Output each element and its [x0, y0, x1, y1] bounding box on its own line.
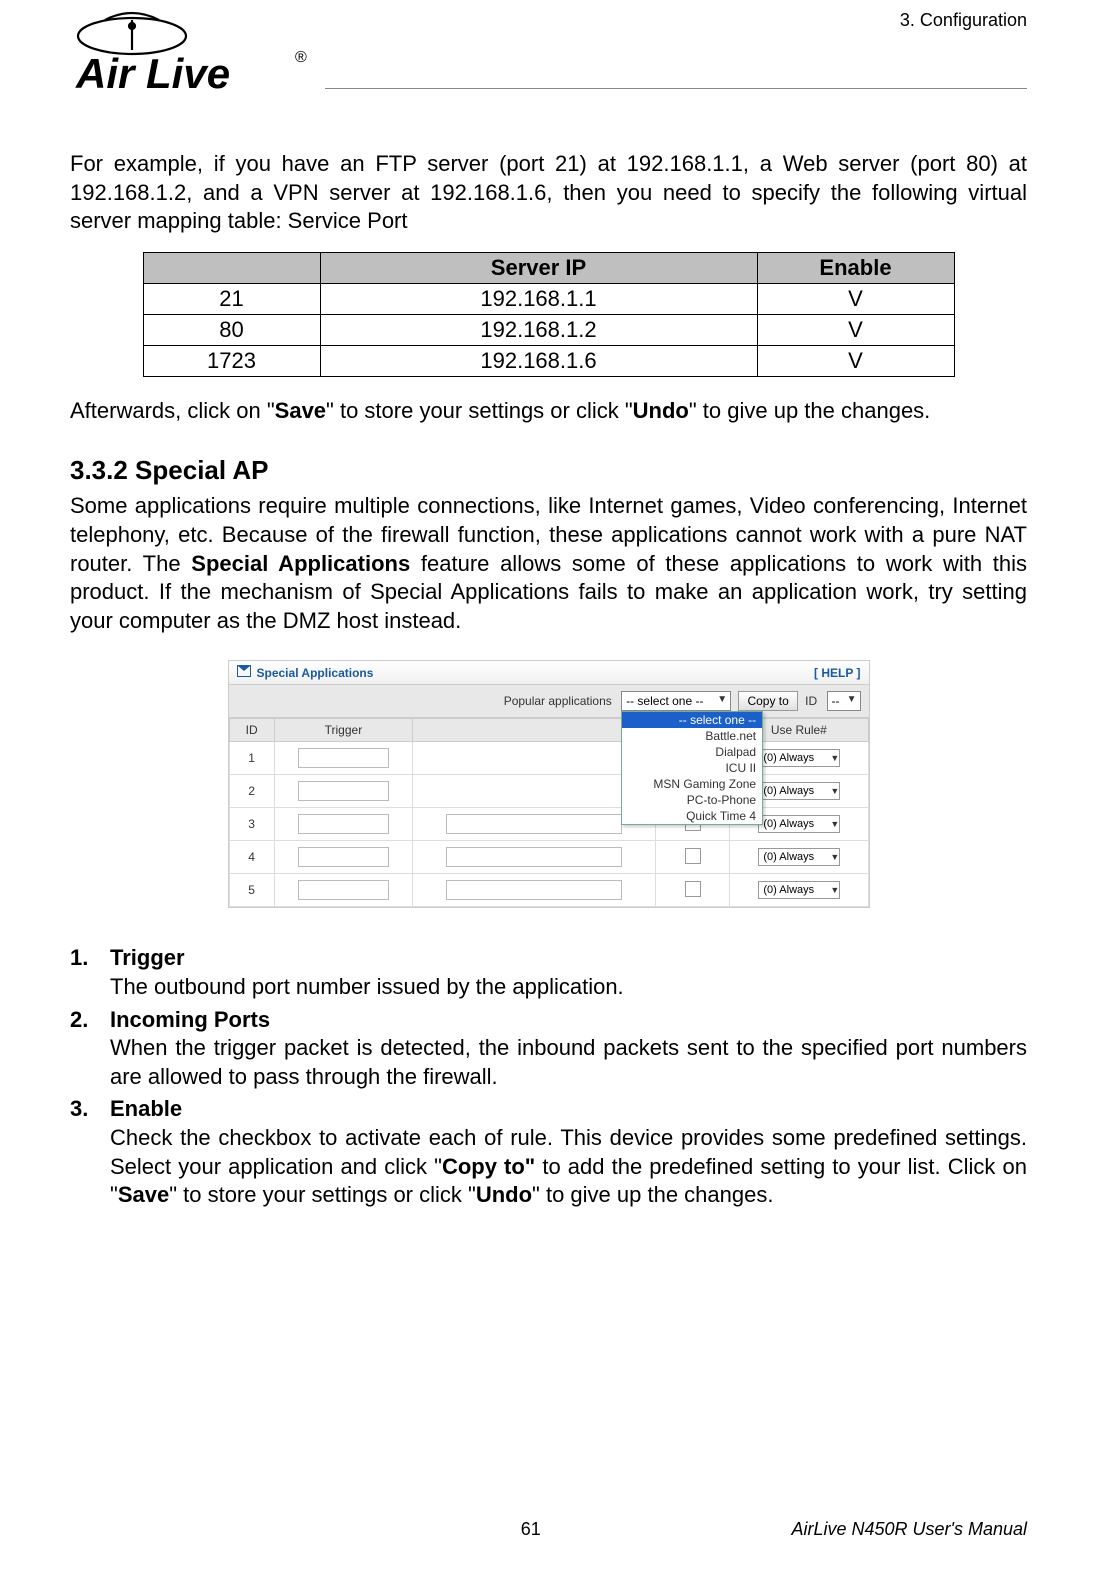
cell-port: 80	[143, 314, 320, 345]
enable-checkbox[interactable]	[685, 881, 701, 897]
panel-titlebar: Special Applications [ HELP ]	[229, 661, 869, 685]
section-body: Some applications require multiple conne…	[70, 492, 1027, 635]
page-number: 61	[270, 1519, 791, 1540]
popular-apps-select[interactable]: -- select one --	[621, 691, 731, 711]
afterwards-paragraph: Afterwards, click on "Save" to store you…	[70, 397, 1027, 426]
cell-ip: 192.168.1.1	[320, 283, 757, 314]
cell-enable: V	[757, 314, 954, 345]
help-link[interactable]: [ HELP ]	[814, 666, 860, 680]
dropdown-option[interactable]: PC-to-Phone	[622, 792, 762, 808]
table-row: 4 (0) Always▼	[229, 841, 868, 874]
table-row: 2 (0) Always▼	[229, 775, 868, 808]
list-item: 2. Incoming Ports When the trigger packe…	[70, 1006, 1027, 1092]
list-number: 2.	[70, 1006, 110, 1092]
trigger-input[interactable]	[298, 781, 389, 801]
row-id: 4	[229, 841, 274, 874]
trigger-input[interactable]	[298, 748, 389, 768]
row-id: 1	[229, 742, 274, 775]
incoming-input[interactable]	[446, 847, 622, 867]
dropdown-option[interactable]: Battle.net	[622, 728, 762, 744]
list-title: Enable	[110, 1096, 182, 1121]
cell-ip: 192.168.1.2	[320, 314, 757, 345]
use-rule-select[interactable]: (0) Always	[758, 881, 840, 899]
use-rule-select[interactable]: (0) Always	[758, 782, 840, 800]
list-body: The outbound port number issued by the a…	[110, 974, 624, 999]
list-item: 3. Enable Check the checkbox to activate…	[70, 1095, 1027, 1209]
list-body: When the trigger packet is detected, the…	[110, 1035, 1027, 1089]
table-row: 1723 192.168.1.6 V	[143, 345, 954, 376]
list-title: Incoming Ports	[110, 1007, 270, 1032]
section-heading: 3.3.2 Special AP	[70, 455, 1027, 486]
incoming-input[interactable]	[446, 880, 622, 900]
trigger-input[interactable]	[298, 847, 389, 867]
list-body: Check the checkbox to activate each of r…	[110, 1125, 1027, 1207]
use-rule-select[interactable]: (0) Always	[758, 815, 840, 833]
dropdown-option[interactable]: MSN Gaming Zone	[622, 776, 762, 792]
list-number: 3.	[70, 1095, 110, 1209]
manual-title: AirLive N450R User's Manual	[791, 1519, 1027, 1540]
incoming-input[interactable]	[446, 814, 622, 834]
mail-icon	[237, 665, 251, 677]
list-number: 1.	[70, 944, 110, 1001]
list-title: Trigger	[110, 945, 185, 970]
enable-checkbox[interactable]	[685, 848, 701, 864]
id-select[interactable]: --	[827, 691, 861, 711]
row-id: 5	[229, 874, 274, 907]
col-incoming	[413, 719, 656, 742]
row-id: 3	[229, 808, 274, 841]
panel-title: Special Applications	[257, 666, 374, 680]
mapping-th-enable: Enable	[757, 252, 954, 283]
table-row: 3 (0) Always▼	[229, 808, 868, 841]
mapping-th-port	[143, 252, 320, 283]
copy-to-button[interactable]: Copy to	[738, 691, 797, 711]
special-apps-table: ID Trigger Enable Use Rule# 1 (0) Always…	[229, 718, 869, 907]
cell-enable: V	[757, 283, 954, 314]
list-item: 1. Trigger The outbound port number issu…	[70, 944, 1027, 1001]
intro-paragraph: For example, if you have an FTP server (…	[70, 150, 1027, 236]
dropdown-option[interactable]: Dialpad	[622, 744, 762, 760]
mapping-table: Server IP Enable 21 192.168.1.1 V 80 192…	[143, 252, 955, 377]
table-row: 21 192.168.1.1 V	[143, 283, 954, 314]
logo-text: Air Live	[75, 50, 230, 97]
popular-apps-dropdown[interactable]: -- select one -- Battle.net Dialpad ICU …	[621, 711, 763, 825]
table-row: 5 (0) Always▼	[229, 874, 868, 907]
use-rule-select[interactable]: (0) Always	[758, 848, 840, 866]
use-rule-select[interactable]: (0) Always	[758, 749, 840, 767]
definition-list: 1. Trigger The outbound port number issu…	[70, 944, 1027, 1209]
airlive-logo: Air Live ®	[70, 10, 330, 105]
special-apps-panel: Special Applications [ HELP ] Popular ap…	[228, 660, 870, 908]
dropdown-option[interactable]: ICU II	[622, 760, 762, 776]
dropdown-option[interactable]: Quick Time 4	[622, 808, 762, 824]
id-label: ID	[805, 694, 817, 708]
trigger-input[interactable]	[298, 880, 389, 900]
page-footer: 61 AirLive N450R User's Manual	[70, 1519, 1027, 1540]
table-row: 80 192.168.1.2 V	[143, 314, 954, 345]
cell-port: 1723	[143, 345, 320, 376]
cell-port: 21	[143, 283, 320, 314]
mapping-th-ip: Server IP	[320, 252, 757, 283]
cell-ip: 192.168.1.6	[320, 345, 757, 376]
page-header: Air Live ® 3. Configuration	[70, 10, 1027, 120]
trigger-input[interactable]	[298, 814, 389, 834]
header-divider	[325, 88, 1027, 91]
row-id: 2	[229, 775, 274, 808]
logo-reg: ®	[295, 49, 307, 66]
popular-apps-label: Popular applications	[504, 694, 612, 708]
chapter-label: 3. Configuration	[900, 10, 1027, 31]
cell-enable: V	[757, 345, 954, 376]
col-id: ID	[229, 719, 274, 742]
table-row: 1 (0) Always▼	[229, 742, 868, 775]
col-trigger: Trigger	[274, 719, 412, 742]
dropdown-option[interactable]: -- select one --	[622, 712, 762, 728]
panel-toolbar: Popular applications -- select one -- ▼ …	[229, 685, 869, 718]
